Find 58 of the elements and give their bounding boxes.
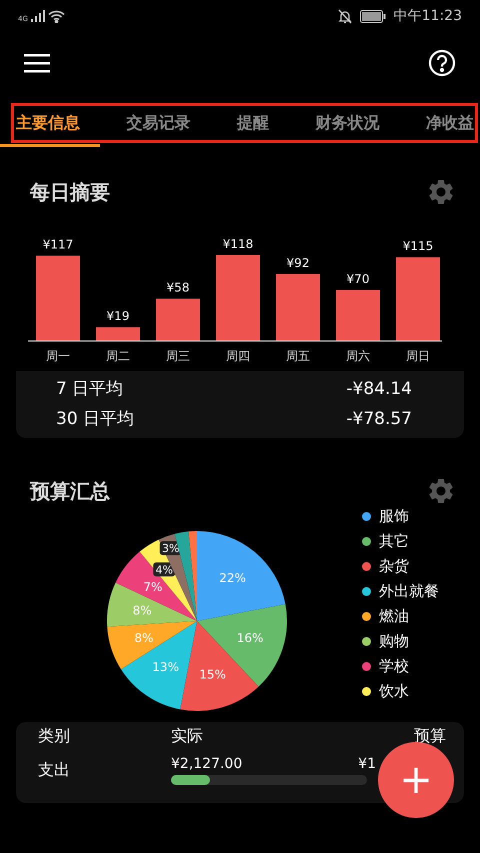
axis-label: 周日 [406, 349, 430, 363]
axis-label: 周六 [346, 349, 370, 363]
bar [156, 298, 200, 341]
data-label: 3% [162, 542, 180, 556]
tab[interactable]: 净收益 [426, 94, 474, 152]
bar [336, 290, 380, 341]
bar-value-label: ¥70 [346, 272, 370, 286]
average-value: -¥78.57 [346, 408, 412, 430]
bar-value-label: ¥58 [166, 280, 190, 295]
legend-label: 购物 [379, 631, 409, 651]
axis-label: 周一 [46, 349, 70, 363]
tab[interactable]: 主要信息 [16, 94, 80, 152]
bar-value-label: ¥19 [106, 309, 130, 324]
signal-icon [30, 10, 45, 22]
table-cell-text: ¥2,127.00 [171, 755, 242, 774]
data-label: 4% [155, 563, 173, 576]
axis-label: 周四 [226, 349, 250, 363]
axis-label: 周五 [286, 349, 310, 363]
axis-label: 周三 [166, 349, 190, 363]
slice-label: 8% [134, 631, 154, 646]
legend-label: 燃油 [379, 606, 409, 626]
tab[interactable]: 财务状况 [316, 94, 380, 152]
table-cell-text: 支出 [38, 758, 71, 780]
slice-label: 16% [236, 631, 264, 646]
slice-label: 22% [219, 571, 246, 585]
bar-value-label: ¥118 [222, 237, 254, 251]
bar-value-label: ¥117 [42, 238, 74, 252]
axis-label: 周二 [106, 349, 130, 363]
column-header: 类别 [38, 725, 71, 747]
slice-label: 15% [199, 668, 226, 682]
average-label: 7 日平均 [56, 378, 124, 401]
legend-label: 其它 [379, 531, 409, 551]
tab[interactable]: 交易记录 [126, 94, 190, 152]
slice-label: 8% [132, 604, 152, 618]
bar-value-label: ¥92 [286, 256, 310, 270]
slice-label: 13% [152, 660, 179, 674]
section-title: 预算汇总 [30, 478, 110, 505]
legend-label: 杂货 [379, 556, 409, 576]
bar-value-label: ¥115 [402, 239, 434, 254]
menu-icon[interactable] [24, 53, 50, 73]
section-title: 每日摘要 [30, 179, 110, 206]
column-header: 实际 [171, 725, 203, 747]
legend-label: 服饰 [379, 506, 409, 526]
average-label: 30 日平均 [56, 408, 134, 430]
average-value: -¥84.14 [346, 378, 412, 401]
bell-off-icon [338, 8, 352, 24]
slice-label: 7% [143, 580, 162, 594]
status-time: 中午11:23 [394, 6, 462, 26]
legend-label: 外出就餐 [379, 581, 439, 601]
help-icon[interactable] [428, 49, 456, 77]
bar [96, 327, 140, 341]
battery-icon [360, 10, 386, 22]
table-cell-text: ¥1 [358, 755, 376, 774]
legend-label: 饮水 [379, 681, 409, 701]
tab[interactable]: 提醒 [237, 94, 269, 152]
wifi-icon [48, 10, 65, 22]
bar [276, 274, 320, 341]
legend-label: 学校 [379, 656, 409, 676]
